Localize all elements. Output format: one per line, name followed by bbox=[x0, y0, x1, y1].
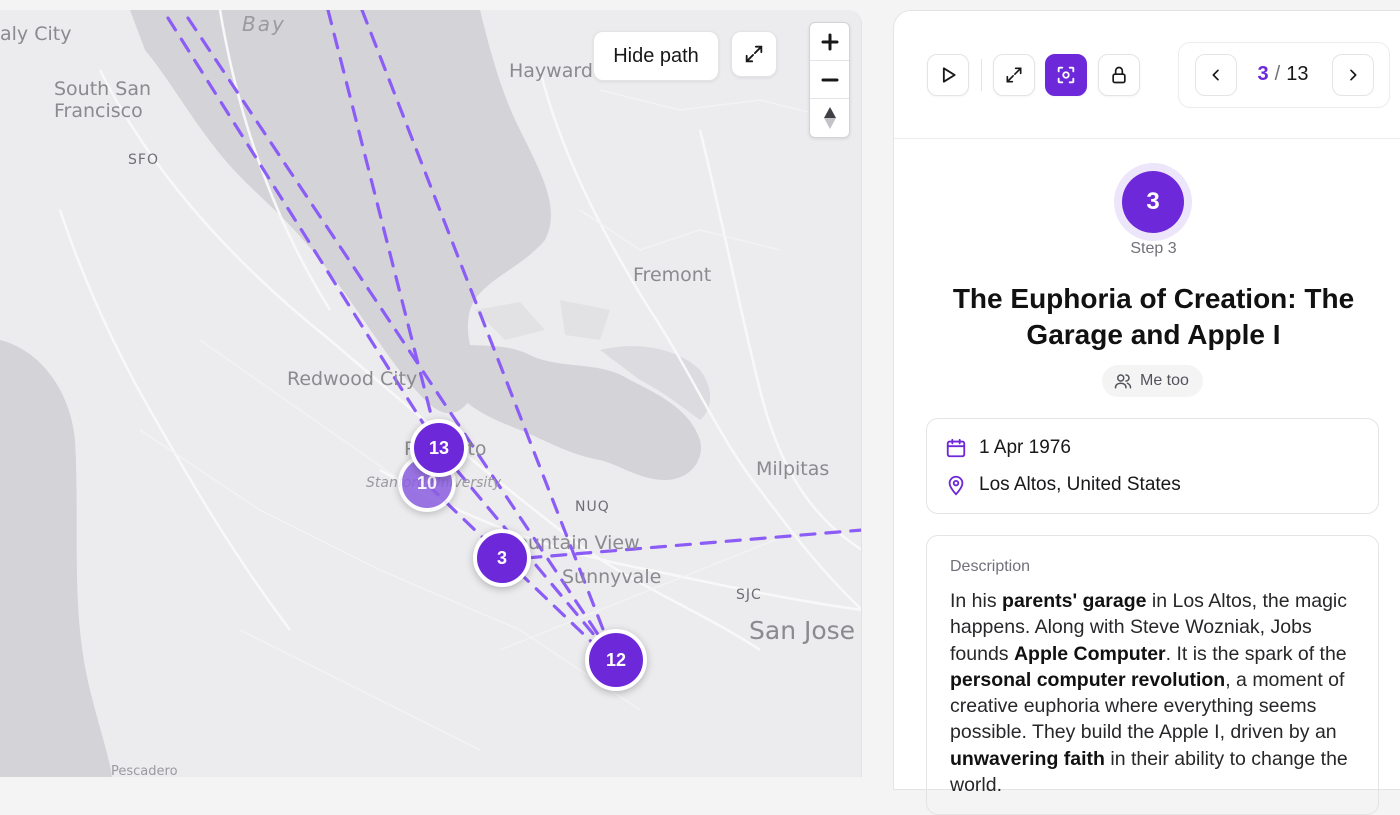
calendar-icon bbox=[946, 438, 966, 458]
chevron-right-icon bbox=[1350, 69, 1357, 81]
panel-toolbar: 3/13 bbox=[894, 11, 1400, 139]
map-label-sjc: SJC bbox=[736, 587, 762, 603]
focus-icon bbox=[1057, 66, 1075, 84]
compass-icon bbox=[823, 107, 836, 129]
description-highlight: unwavering faith bbox=[950, 747, 1105, 770]
next-step-button[interactable] bbox=[1332, 54, 1374, 96]
map-pin-icon bbox=[948, 475, 964, 496]
map-label-milpitas: Milpitas bbox=[756, 458, 830, 480]
map-marker[interactable]: 12 bbox=[585, 629, 647, 691]
description-text: In his parents' garage in Los Altos, the… bbox=[950, 588, 1360, 798]
map-label-sfo: SFO bbox=[128, 152, 159, 168]
map-label-redwood-city: Redwood City bbox=[287, 368, 418, 390]
current-step: 3 bbox=[1257, 63, 1269, 85]
expand-icon bbox=[1006, 67, 1022, 83]
step-number-badge: 3 bbox=[1122, 171, 1184, 233]
date-row: 1 Apr 1976 bbox=[945, 437, 1071, 459]
description-part: In his bbox=[950, 590, 1003, 612]
zoom-control bbox=[809, 22, 850, 138]
focus-button[interactable] bbox=[1045, 54, 1087, 96]
map-label-fremont: Fremont bbox=[633, 264, 712, 286]
lock-icon bbox=[1112, 66, 1126, 84]
map-view[interactable]: aly City Bay South San Francisco SFO Hay… bbox=[0, 10, 862, 777]
plus-icon bbox=[821, 33, 838, 50]
zoom-out-button[interactable] bbox=[810, 61, 849, 99]
description-highlight: personal computer revolution bbox=[950, 668, 1226, 691]
description-highlight: parents' garage bbox=[1002, 590, 1147, 612]
map-label-bay: Bay bbox=[242, 12, 286, 36]
map-label-nuq: NUQ bbox=[575, 499, 610, 515]
step-title: The Euphoria of Creation: The Garage and… bbox=[952, 283, 1355, 350]
users-icon bbox=[1114, 374, 1132, 389]
chevron-left-icon bbox=[1212, 69, 1219, 81]
hide-path-button[interactable]: Hide path bbox=[593, 31, 719, 81]
compass-button[interactable] bbox=[810, 99, 849, 137]
expand-icon bbox=[745, 45, 763, 63]
lock-button[interactable] bbox=[1098, 54, 1140, 96]
counter-separator: / bbox=[1274, 63, 1281, 85]
detail-panel: 3/13 3 Step 3 The Euphoria of Creation: … bbox=[893, 10, 1400, 815]
total-steps: 13 bbox=[1286, 63, 1309, 85]
me-too-chip[interactable]: Me too bbox=[1102, 365, 1203, 397]
map-basemap bbox=[0, 10, 861, 777]
minus-icon bbox=[821, 78, 838, 81]
description-part: . It is the spark of the bbox=[1165, 642, 1347, 665]
description-heading: Description bbox=[950, 558, 1031, 575]
event-location: Los Altos, United States bbox=[979, 474, 1181, 495]
toolbar-divider bbox=[981, 59, 982, 91]
map-expand-button[interactable] bbox=[731, 31, 777, 77]
step-counter: 3/13 bbox=[1243, 63, 1323, 86]
map-label-daly-city: aly City bbox=[0, 23, 72, 45]
previous-step-button[interactable] bbox=[1195, 54, 1237, 96]
map-label-hayward: Hayward bbox=[509, 60, 593, 82]
fullscreen-button[interactable] bbox=[993, 54, 1035, 96]
me-too-label: Me too bbox=[1140, 372, 1189, 389]
play-button[interactable] bbox=[927, 54, 969, 96]
description-highlight: Apple Computer bbox=[1013, 642, 1166, 665]
map-marker[interactable]: 13 bbox=[410, 419, 468, 477]
map-label-pescadero: Pescadero bbox=[111, 764, 178, 777]
map-label-south-san-francisco: South San Francisco bbox=[54, 78, 152, 122]
map-label-sunnyvale: Sunnyvale bbox=[562, 566, 662, 588]
step-label: Step 3 bbox=[1130, 240, 1177, 257]
zoom-in-button[interactable] bbox=[810, 23, 849, 61]
description-card: Description In his parents' garage in Lo… bbox=[926, 535, 1379, 815]
event-date: 1 Apr 1976 bbox=[979, 437, 1071, 458]
info-card: 1 Apr 1976 Los Altos, United States bbox=[926, 418, 1379, 514]
map-marker[interactable]: 3 bbox=[473, 529, 531, 587]
map-label-san-jose: San Jose bbox=[749, 616, 856, 645]
location-row: Los Altos, United States bbox=[945, 474, 1181, 496]
play-icon bbox=[942, 67, 956, 83]
step-pager: 3/13 bbox=[1178, 42, 1390, 108]
